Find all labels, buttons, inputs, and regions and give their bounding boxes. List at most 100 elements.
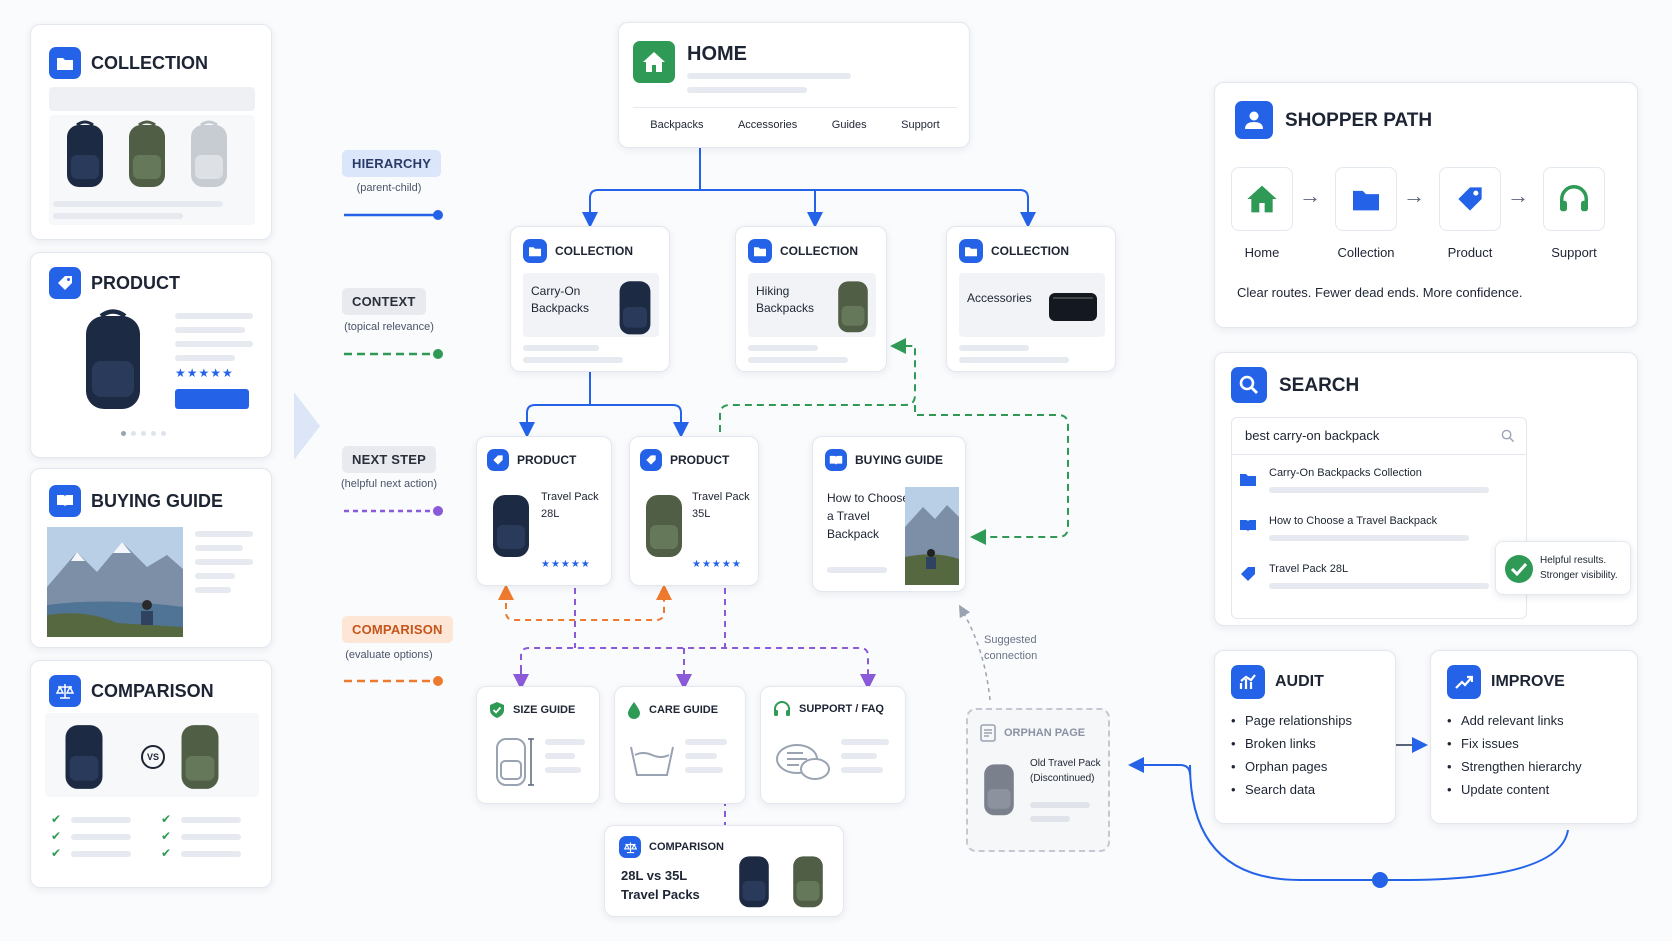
helpful-results-callout: Helpful results. Stronger visibility. xyxy=(1495,541,1631,595)
tag-icon xyxy=(487,449,509,471)
folder-icon xyxy=(959,239,983,263)
search-icon xyxy=(1231,367,1267,403)
headset-icon xyxy=(774,701,790,716)
comparison-card[interactable]: COMPARISON 28L vs 35L Travel Packs xyxy=(604,825,844,917)
shopper-caption: Clear routes. Fewer dead ends. More conf… xyxy=(1237,285,1523,300)
product-name: Travel Pack 28L xyxy=(541,491,599,520)
search-card: SEARCH best carry-on backpack Carry-On B… xyxy=(1214,352,1638,626)
folder-icon xyxy=(748,239,772,263)
vs-badge: VS xyxy=(141,745,165,769)
step-label: Home xyxy=(1244,245,1280,260)
legend-hierarchy: HIERARCHY xyxy=(342,150,442,177)
improve-list: Add relevant links Fix issues Strengthen… xyxy=(1447,713,1582,805)
pouch-image xyxy=(1049,293,1097,321)
hiker-image xyxy=(905,487,959,585)
product-28l-card[interactable]: PRODUCT Travel Pack 28L ★★★★★ xyxy=(476,436,612,586)
nav-backpacks[interactable]: Backpacks xyxy=(650,119,703,131)
guide-tag: BUYING GUIDE xyxy=(855,453,944,467)
path-step-support[interactable] xyxy=(1543,167,1605,231)
search-input[interactable]: best carry-on backpack xyxy=(1231,417,1527,455)
user-icon xyxy=(1235,101,1273,139)
result-label: Travel Pack 28L xyxy=(1269,563,1349,575)
card-title: BUYING GUIDE xyxy=(91,490,224,511)
path-step-collection[interactable] xyxy=(1335,167,1397,231)
book-icon xyxy=(1240,520,1256,532)
carousel-dots xyxy=(121,431,166,436)
care-guide-card[interactable]: CARE GUIDE xyxy=(614,686,746,804)
buying-guide-card[interactable]: BUYING GUIDE How to Choose a Travel Back… xyxy=(812,436,966,592)
tag-icon xyxy=(640,449,662,471)
callout-text: Helpful results. Stronger visibility. xyxy=(1540,555,1618,581)
collection-name: Accessories xyxy=(967,291,1032,305)
tag-icon xyxy=(1241,567,1255,581)
rating-stars: ★★★★★ xyxy=(175,366,234,380)
shopper-path-card: SHOPPER PATH → → → Home Collection Produ… xyxy=(1214,82,1638,328)
improve-item: Strengthen hierarchy xyxy=(1447,759,1582,774)
collection-name: Hiking Backpacks xyxy=(756,284,815,315)
scale-icon xyxy=(49,675,81,707)
nav-guides[interactable]: Guides xyxy=(832,119,867,131)
book-icon xyxy=(825,449,847,471)
search-result[interactable]: How to Choose a Travel Backpack xyxy=(1239,513,1519,549)
support-faq-card[interactable]: SUPPORT / FAQ xyxy=(760,686,906,804)
legend-context-sub: (topical relevance) xyxy=(344,321,434,333)
search-result[interactable]: Travel Pack 28L xyxy=(1239,561,1519,597)
backpack-image xyxy=(86,309,140,409)
backpack-image xyxy=(646,495,682,557)
nav-accessories[interactable]: Accessories xyxy=(738,119,797,131)
path-step-product[interactable] xyxy=(1439,167,1501,231)
legend-next-step-sub: (helpful next action) xyxy=(341,478,437,490)
card-title: COMPARISON xyxy=(91,680,214,701)
suggested-connection-label: Suggested connection xyxy=(984,634,1038,662)
wash-tub-icon xyxy=(630,746,674,776)
backpack-image xyxy=(129,120,165,187)
path-step-home[interactable] xyxy=(1231,167,1293,231)
audit-list: Page relationships Broken links Orphan p… xyxy=(1231,713,1352,805)
collection-accessories-card[interactable]: COLLECTION Accessories xyxy=(946,226,1116,372)
audit-item: Search data xyxy=(1231,782,1352,797)
home-card[interactable]: HOME Backpacks Accessories Guides Suppor… xyxy=(618,22,970,148)
add-to-cart-button[interactable] xyxy=(175,389,249,409)
product-35l-card[interactable]: PRODUCT Travel Pack 35L ★★★★★ xyxy=(629,436,759,586)
book-icon xyxy=(49,485,81,517)
orphan-page-card[interactable]: ORPHAN PAGE Old Travel Pack (Discontinue… xyxy=(966,708,1110,852)
left-guide-card: BUYING GUIDE xyxy=(30,468,272,648)
document-icon xyxy=(980,724,996,742)
legend-comparison: COMPARISON xyxy=(342,616,453,643)
shield-icon xyxy=(490,702,504,718)
tag-icon xyxy=(49,267,81,299)
collection-name: Carry-On Backpacks xyxy=(531,284,590,315)
home-nav: Backpacks Accessories Guides Support xyxy=(633,119,957,131)
rating-stars: ★★★★★ xyxy=(541,559,591,570)
improve-item: Add relevant links xyxy=(1447,713,1582,728)
search-result[interactable]: Carry-On Backpacks Collection xyxy=(1239,465,1519,501)
backpack-image xyxy=(67,120,103,187)
backpack-outline-icon xyxy=(496,738,534,786)
step-label: Support xyxy=(1551,245,1597,260)
search-icon[interactable] xyxy=(1501,429,1515,443)
product-tag: PRODUCT xyxy=(670,453,730,467)
scale-icon xyxy=(619,836,641,858)
orphan-status: (Discontinued) xyxy=(1030,773,1095,784)
home-title: HOME xyxy=(687,43,747,65)
size-guide-card[interactable]: SIZE GUIDE xyxy=(476,686,600,804)
card-tag: SUPPORT / FAQ xyxy=(799,703,884,715)
result-label: How to Choose a Travel Backpack xyxy=(1269,515,1438,527)
card-tag: SIZE GUIDE xyxy=(513,704,576,716)
chat-bubbles-icon xyxy=(776,744,830,780)
collection-carry-on-card[interactable]: COLLECTION Carry-On Backpacks xyxy=(510,226,670,372)
product-tag: PRODUCT xyxy=(517,453,577,467)
card-title: SHOPPER PATH xyxy=(1285,110,1433,131)
arrow-right-icon: → xyxy=(1403,183,1425,208)
backpack-image xyxy=(181,725,219,789)
check-circle-icon xyxy=(1505,555,1533,583)
backpack-image xyxy=(493,495,529,557)
search-query: best carry-on backpack xyxy=(1245,428,1380,443)
collection-hiking-card[interactable]: COLLECTION Hiking Backpacks xyxy=(735,226,887,372)
rating-stars: ★★★★★ xyxy=(692,559,742,570)
nav-support[interactable]: Support xyxy=(901,119,940,131)
backpack-image xyxy=(191,120,227,187)
audit-item: Page relationships xyxy=(1231,713,1352,728)
improve-card: IMPROVE Add relevant links Fix issues St… xyxy=(1430,650,1638,824)
legend-hierarchy-sub: (parent-child) xyxy=(356,182,422,194)
